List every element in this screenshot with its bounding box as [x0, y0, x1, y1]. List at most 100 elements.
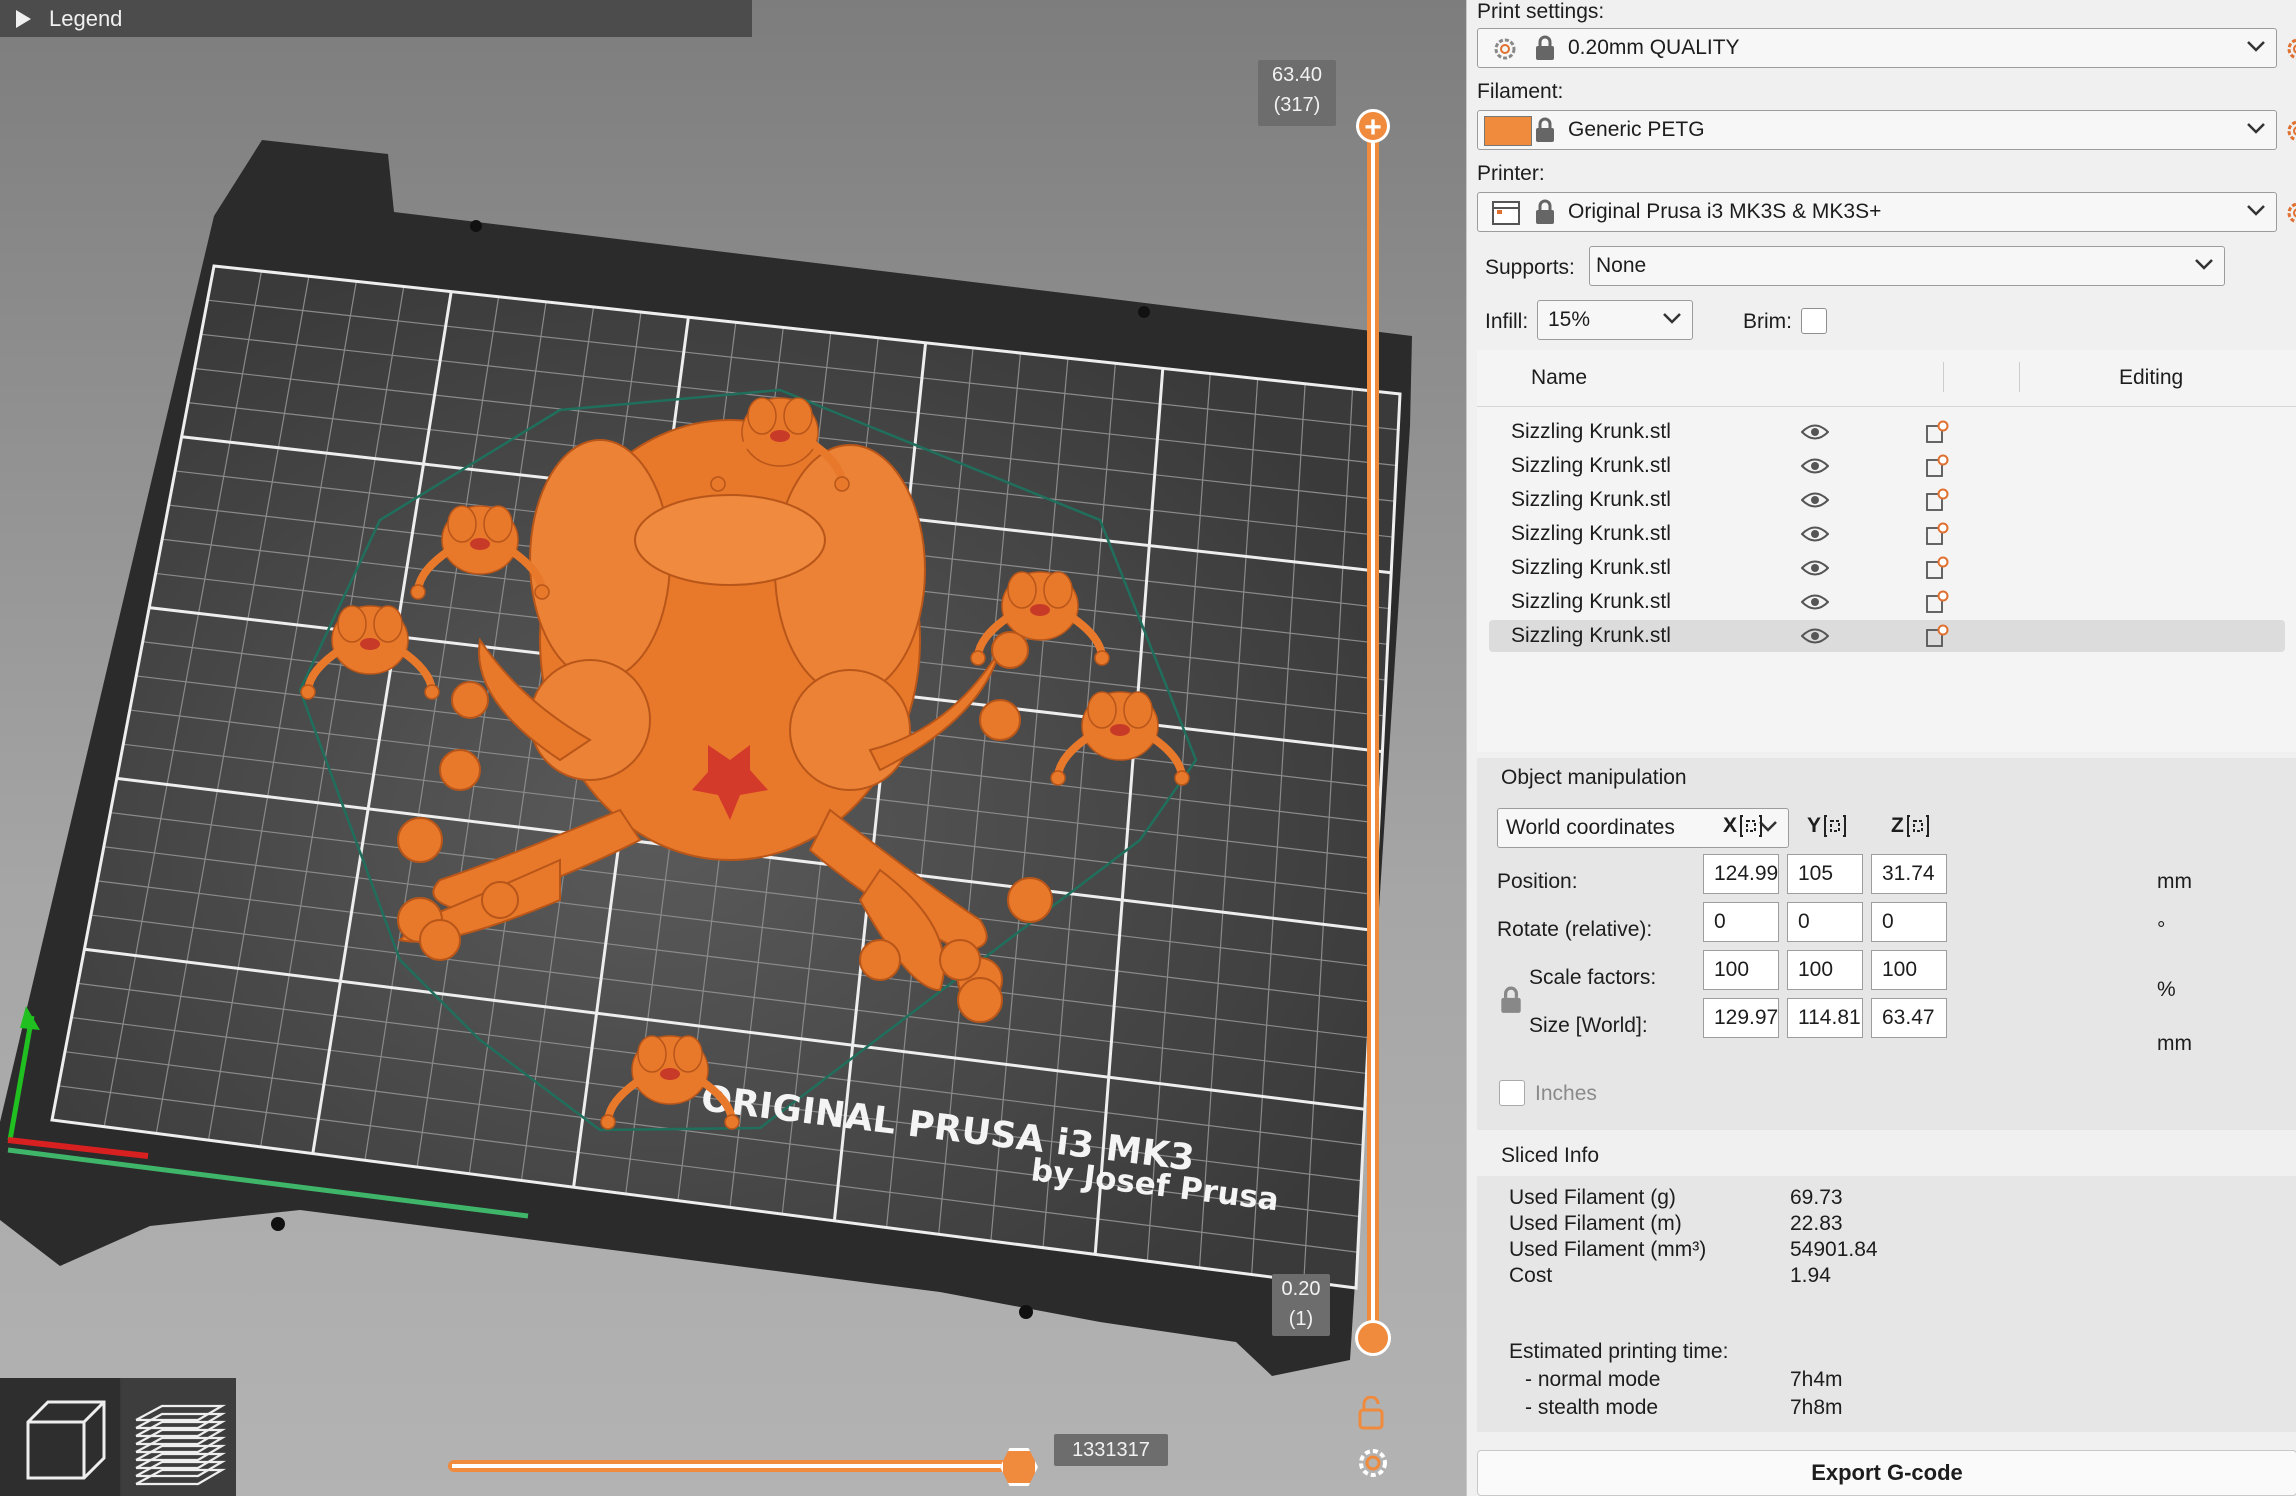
rotate-y-field[interactable]: 0	[1787, 902, 1863, 942]
layer-slider-bottom-handle[interactable]	[1355, 1320, 1391, 1356]
printer-label: Printer:	[1477, 162, 1545, 185]
object-row[interactable]: Sizzling Krunk.stl	[1489, 484, 2285, 516]
settings-edit-icon[interactable]	[1925, 624, 1949, 648]
print-settings-edit-icon[interactable]	[2285, 36, 2296, 62]
supports-combo[interactable]: None	[1589, 246, 2225, 286]
object-row[interactable]: Sizzling Krunk.stl	[1489, 518, 2285, 550]
eye-icon[interactable]	[1801, 457, 1829, 475]
drop-to-bed-icon	[1824, 815, 1847, 837]
sliced-info-value: 1.94	[1790, 1264, 1831, 1287]
object-name: Sizzling Krunk.stl	[1511, 454, 1671, 477]
object-row[interactable]: Sizzling Krunk.stl	[1489, 586, 2285, 618]
position-y-field[interactable]: 105	[1787, 854, 1863, 894]
stealth-mode-label: - stealth mode	[1525, 1396, 1659, 1419]
object-name: Sizzling Krunk.stl	[1511, 522, 1671, 545]
sliced-info-key: Used Filament (g)	[1509, 1186, 1676, 1209]
eye-icon[interactable]	[1801, 525, 1829, 543]
axis-letter: Z	[1891, 814, 1904, 837]
rotate-label: Rotate (relative):	[1497, 918, 1653, 941]
lock-icon	[1536, 199, 1554, 224]
layer-slider-top-handle[interactable]: +	[1356, 109, 1390, 144]
object-name: Sizzling Krunk.stl	[1511, 556, 1671, 579]
cog-icon[interactable]	[1356, 1446, 1390, 1480]
eye-icon[interactable]	[1801, 559, 1829, 577]
axis-header-x[interactable]: X	[1723, 814, 1763, 838]
sliced-info-panel: Used Filament (g) 69.73 Used Filament (m) 2…	[1477, 1176, 2296, 1432]
eye-icon[interactable]	[1801, 627, 1829, 645]
normal-mode-time: 7h4m	[1790, 1368, 1843, 1391]
print-settings-value: 0.20mm QUALITY	[1568, 36, 1740, 59]
top-layer-number: (317)	[1273, 94, 1321, 116]
scale-unit: %	[2157, 978, 2176, 1001]
unlock-icon[interactable]	[1356, 1396, 1388, 1430]
bottom-layer-tooltip: 0.20 (1)	[1272, 1274, 1330, 1336]
stealth-mode-time: 7h8m	[1790, 1396, 1843, 1419]
object-row[interactable]: Sizzling Krunk.stl	[1489, 450, 2285, 482]
size-z-field[interactable]: 63.47	[1871, 998, 1947, 1038]
view-mode-switcher	[0, 1378, 236, 1496]
legend-toggle[interactable]: Legend	[0, 0, 752, 37]
filament-value: Generic PETG	[1568, 118, 1705, 141]
lock-icon[interactable]	[1499, 986, 1523, 1014]
settings-edit-icon[interactable]	[1925, 488, 1949, 512]
eye-icon[interactable]	[1801, 423, 1829, 441]
infill-combo[interactable]: 15%	[1537, 300, 1693, 340]
brim-label: Brim:	[1743, 310, 1792, 333]
object-row[interactable]: Sizzling Krunk.stl	[1489, 552, 2285, 584]
settings-edit-icon[interactable]	[1925, 454, 1949, 478]
export-gcode-button[interactable]: Export G-code	[1477, 1450, 2296, 1496]
printer-value: Original Prusa i3 MK3S & MK3S+	[1568, 200, 1882, 223]
lock-icon	[1536, 35, 1554, 60]
3d-viewport[interactable]: ORIGINAL PRUSA i3 MK3 by Josef Prusa Leg…	[0, 0, 1466, 1496]
object-manipulation-panel: Object manipulation World coordinates X Y…	[1477, 758, 2296, 1130]
brim-checkbox[interactable]	[1801, 308, 1827, 334]
settings-edit-icon[interactable]	[1925, 556, 1949, 580]
print-bed-scene[interactable]: ORIGINAL PRUSA i3 MK3 by Josef Prusa	[0, 0, 1466, 1496]
filament-color-swatch	[1484, 116, 1532, 146]
size-x-field[interactable]: 129.97	[1703, 998, 1779, 1038]
position-x-field[interactable]: 124.99	[1703, 854, 1779, 894]
inches-label: Inches	[1535, 1082, 1597, 1105]
supports-label: Supports:	[1485, 256, 1575, 279]
object-list[interactable]: Name Editing Sizzling Krunk.stl Sizzling …	[1477, 350, 2296, 752]
layers-icon	[135, 1404, 227, 1486]
column-name: Name	[1531, 366, 1588, 389]
position-label: Position:	[1497, 870, 1578, 893]
position-z-field[interactable]: 31.74	[1871, 854, 1947, 894]
chevron-down-icon	[2247, 41, 2265, 52]
eye-icon[interactable]	[1801, 593, 1829, 611]
printer-edit-icon[interactable]	[2285, 200, 2296, 226]
filament-edit-icon[interactable]	[2285, 118, 2296, 144]
sliced-info-key: Used Filament (mm³)	[1509, 1238, 1707, 1261]
scale-label: Scale factors:	[1529, 966, 1657, 989]
inches-checkbox[interactable]	[1499, 1080, 1525, 1106]
filament-combo[interactable]: Generic PETG	[1477, 110, 2277, 150]
size-label: Size [World]:	[1529, 1014, 1648, 1037]
rotate-x-field[interactable]: 0	[1703, 902, 1779, 942]
infill-value: 15%	[1548, 308, 1591, 331]
preview-view-button[interactable]	[122, 1378, 236, 1496]
scale-x-field[interactable]: 100	[1703, 950, 1779, 990]
rotate-z-field[interactable]: 0	[1871, 902, 1947, 942]
print-settings-label: Print settings:	[1477, 0, 1605, 23]
chevron-down-icon	[2247, 123, 2265, 134]
scale-y-field[interactable]: 100	[1787, 950, 1863, 990]
print-settings-combo[interactable]: 0.20mm QUALITY	[1477, 28, 2277, 68]
supports-value: None	[1596, 254, 1647, 277]
object-row[interactable]: Sizzling Krunk.stl	[1489, 416, 2285, 448]
size-y-field[interactable]: 114.81	[1787, 998, 1863, 1038]
scale-z-field[interactable]: 100	[1871, 950, 1947, 990]
legend-label: Legend	[49, 5, 123, 31]
settings-edit-icon[interactable]	[1925, 590, 1949, 614]
object-row[interactable]: Sizzling Krunk.stl	[1489, 620, 2285, 652]
printer-combo[interactable]: Original Prusa i3 MK3S & MK3S+	[1477, 192, 2277, 232]
axis-header-y[interactable]: Y	[1807, 814, 1847, 838]
settings-edit-icon[interactable]	[1925, 420, 1949, 444]
chevron-down-icon	[2195, 259, 2213, 270]
settings-edit-icon[interactable]	[1925, 522, 1949, 546]
axis-header-z[interactable]: Z	[1891, 814, 1929, 838]
eye-icon[interactable]	[1801, 491, 1829, 509]
3d-view-button[interactable]	[0, 1378, 120, 1496]
infill-label: Infill:	[1485, 310, 1529, 333]
top-layer-height: 63.40	[1271, 64, 1323, 86]
